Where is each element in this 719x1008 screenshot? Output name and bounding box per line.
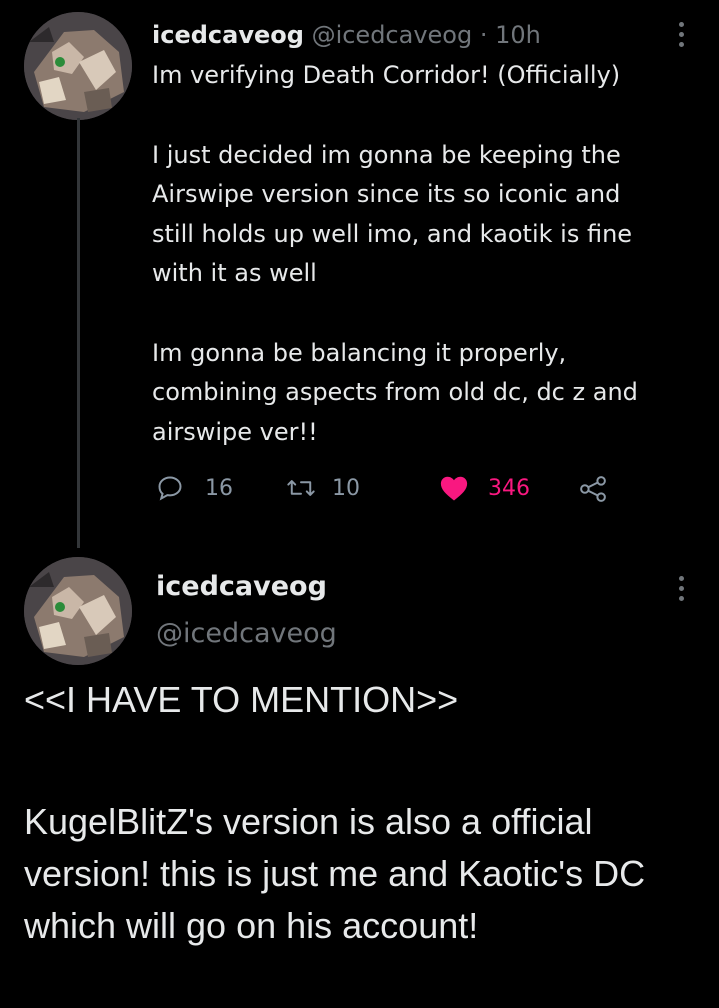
reply-button[interactable]: 16 — [156, 474, 233, 502]
tweet-paragraph: Im verifying Death Corridor! (Officially… — [152, 61, 621, 89]
retweet-button[interactable]: 10 — [286, 474, 360, 502]
heart-icon — [440, 476, 468, 501]
display-name[interactable]: icedcaveog — [156, 569, 327, 605]
share-icon — [580, 476, 606, 502]
timestamp[interactable]: 10h — [495, 21, 541, 49]
avatar-image — [24, 557, 132, 665]
tweet-text: <<I HAVE TO MENTION>> KugelBlitZ's versi… — [24, 674, 704, 952]
avatar-image — [24, 12, 132, 120]
tweet-paragraph: <<I HAVE TO MENTION>> — [24, 679, 459, 720]
tweet-text: Im verifying Death Corridor! (Officially… — [152, 56, 707, 452]
tweet-paragraph: KugelBlitZ's version is also a official … — [24, 801, 646, 946]
handle[interactable]: @icedcaveog — [312, 21, 473, 49]
thread-line — [77, 118, 80, 548]
separator: · — [479, 21, 488, 49]
reply-icon — [158, 476, 182, 501]
tweet-header: icedcaveog @icedcaveog · 10h — [152, 17, 541, 53]
like-count: 346 — [488, 475, 530, 501]
handle[interactable]: @icedcaveog — [156, 616, 337, 652]
retweet-count: 10 — [332, 475, 360, 501]
tweet-paragraph: I just decided im gonna be keeping the A… — [152, 140, 633, 288]
avatar[interactable] — [24, 12, 132, 120]
more-vertical-icon[interactable] — [677, 22, 685, 47]
more-vertical-icon[interactable] — [677, 576, 685, 601]
like-button[interactable]: 346 — [439, 474, 530, 502]
display-name[interactable]: icedcaveog — [152, 21, 304, 49]
tweet-paragraph: Im gonna be balancing it properly, combi… — [152, 338, 638, 446]
share-button[interactable] — [578, 474, 608, 504]
retweet-icon — [287, 480, 315, 496]
avatar[interactable] — [24, 557, 132, 665]
reply-count: 16 — [205, 475, 233, 501]
